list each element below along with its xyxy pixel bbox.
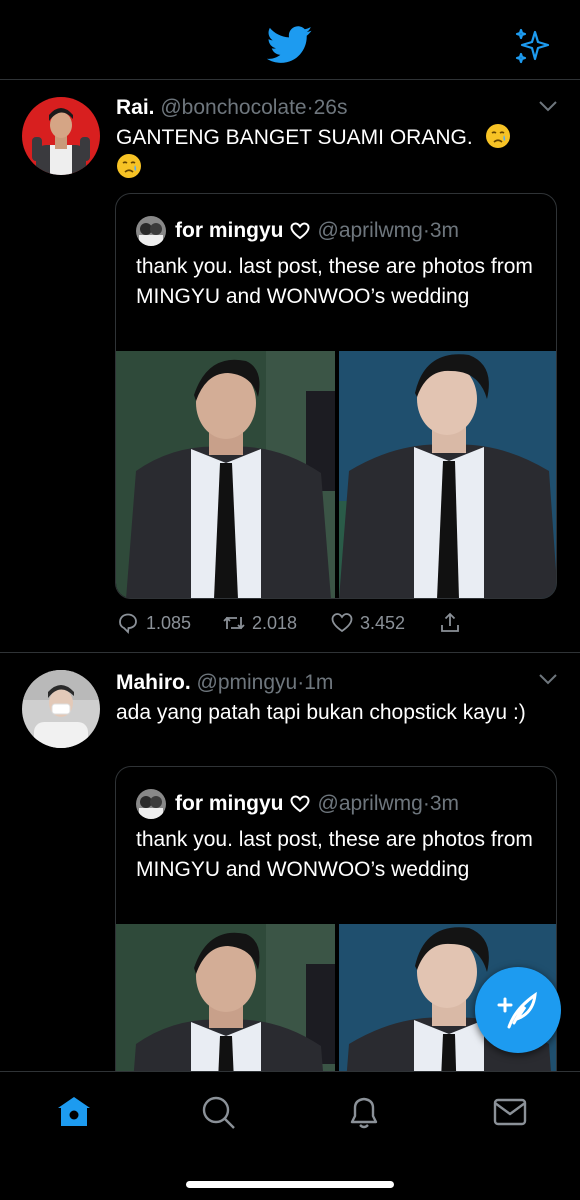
retweet-icon [223,616,245,630]
media-grid [116,351,556,598]
like-count: 3.452 [360,612,406,633]
separator-dot: · [422,219,430,242]
retweet-button[interactable]: 2.018 [222,611,297,635]
quoted-handle: @aprilwmg [317,792,423,815]
tab-messages[interactable] [490,1092,530,1132]
quoted-tweet-header: for mingyu @aprilwmg · 3m [136,789,459,819]
photo[interactable] [339,351,556,598]
home-indicator [186,1181,394,1188]
chevron-down-icon[interactable] [538,672,558,686]
quoted-display-name: for mingyu [175,219,284,242]
chevron-down-icon[interactable] [538,99,558,113]
compose-tweet-icon [497,991,537,1029]
quoted-timestamp: 3m [429,792,460,815]
quoted-tweet-text: thank you. last post, these are photos f… [136,828,533,881]
quoted-timestamp: 3m [429,219,460,242]
handle[interactable]: @bonchocolate [160,96,306,119]
crying-face-emoji [485,124,510,148]
tweet-header: Rai. @bonchocolate·26s [116,95,347,121]
tweet-card[interactable]: Rai. @bonchocolate·26s GANTENG BANGET SU… [0,81,580,653]
tab-notifications[interactable] [344,1092,384,1132]
handle[interactable]: @pmingyu [197,671,298,694]
heart-outline-icon [289,222,310,240]
quoted-avatar [136,216,166,246]
search-icon [202,1096,235,1129]
photo[interactable] [116,924,335,1074]
tweet-text: GANTENG BANGET SUAMI ORANG. [116,123,546,183]
quoted-tweet[interactable]: for mingyu @aprilwmg · 3m thank you. last … [115,193,557,599]
display-name[interactable]: Mahiro. [116,671,191,694]
photo[interactable] [116,351,335,598]
compose-tweet-button[interactable] [475,967,561,1053]
crying-face-emoji [117,154,141,178]
tweet-text: ada yang patah tapi bukan chopstick kayu… [116,701,526,724]
like-button[interactable]: 3.452 [330,611,405,635]
reply-icon [119,613,137,634]
notifications-icon [350,1097,378,1129]
share-button[interactable] [438,611,468,635]
top-bar [0,0,580,80]
timestamp: 1m [304,671,334,694]
heart-icon [331,613,353,633]
quoted-handle: @aprilwmg [317,219,423,242]
tweet-text-content: GANTENG BANGET SUAMI ORANG. [116,126,473,149]
messages-icon [493,1098,527,1126]
quoted-tweet-text: thank you. last post, these are photos f… [136,255,533,308]
timestamp: 26s [313,96,348,119]
home-icon [58,1097,90,1126]
tweet-header: Mahiro. @pmingyu·1m [116,670,333,696]
tweet-actions: 1.085 2.018 3.452 [116,611,476,641]
tab-home[interactable] [54,1092,94,1132]
sparkle-icon[interactable] [513,26,553,66]
display-name[interactable]: Rai. [116,96,155,119]
reply-count: 1.085 [146,612,192,633]
avatar[interactable] [22,97,100,175]
avatar[interactable] [22,670,100,748]
heart-outline-icon [289,795,310,813]
bird-icon[interactable] [267,26,313,64]
reply-button[interactable]: 1.085 [116,611,191,635]
separator-dot: · [422,792,430,815]
quoted-avatar [136,789,166,819]
quoted-display-name: for mingyu [175,792,284,815]
separator-dot: · [306,96,314,119]
share-icon [441,612,459,632]
quoted-tweet-header: for mingyu @aprilwmg · 3m [136,216,459,246]
tab-search[interactable] [198,1092,238,1132]
retweet-count: 2.018 [252,612,298,633]
